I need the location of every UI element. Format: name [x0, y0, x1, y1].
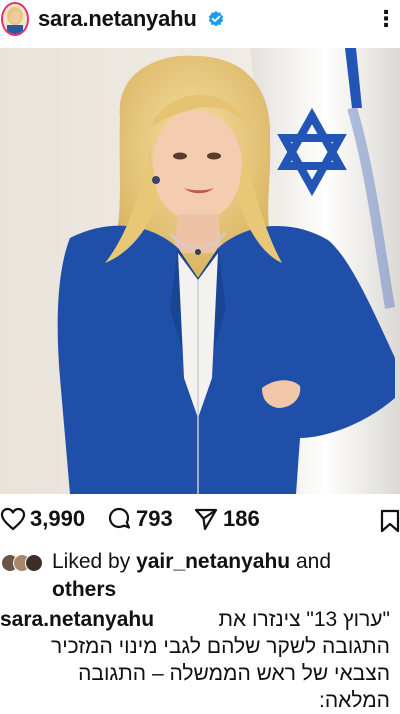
more-options-icon[interactable]: ⋮	[375, 8, 397, 30]
action-bar: 3,990 793 186	[0, 498, 400, 544]
liked-by-conjunction: and	[295, 550, 332, 573]
share-count: 186	[223, 506, 260, 531]
post-caption: sara.netanyahu "ערוץ 13" צינזרו את התגוב…	[0, 602, 400, 712]
caption-line-3: הצבאי של ראש הממשלה – התגובה	[78, 662, 390, 685]
post-photo[interactable]	[0, 48, 400, 494]
liked-by-user[interactable]: yair_netanyahu	[136, 550, 290, 573]
share-button[interactable]: 186	[193, 506, 260, 532]
liked-by-text: Liked by yair_netanyahu and	[52, 548, 331, 576]
caption-line-4: המלאה:	[319, 689, 390, 712]
post-username[interactable]: sara.netanyahu	[38, 6, 197, 32]
like-button[interactable]: 3,990	[0, 506, 85, 532]
caption-username[interactable]: sara.netanyahu	[0, 606, 154, 633]
comment-button[interactable]: 793	[106, 506, 173, 532]
comment-count: 793	[136, 506, 173, 531]
profile-avatar[interactable]	[1, 2, 29, 36]
liked-by-others[interactable]: others	[52, 576, 116, 604]
liked-by-prefix: Liked by	[52, 550, 131, 573]
caption-line-1: "ערוץ 13" צינזרו את	[218, 608, 391, 631]
liked-by-avatars[interactable]	[1, 554, 49, 572]
bookmark-icon[interactable]	[380, 509, 400, 533]
comment-icon	[108, 507, 131, 529]
verified-badge-icon	[208, 10, 224, 27]
post-header: sara.netanyahu ⋮	[0, 0, 400, 46]
heart-icon	[0, 507, 26, 531]
caption-line-2: התגובה לשקר שלהם לגבי מינוי המזכיר	[50, 635, 390, 658]
send-icon	[194, 508, 218, 531]
like-count: 3,990	[30, 506, 86, 531]
